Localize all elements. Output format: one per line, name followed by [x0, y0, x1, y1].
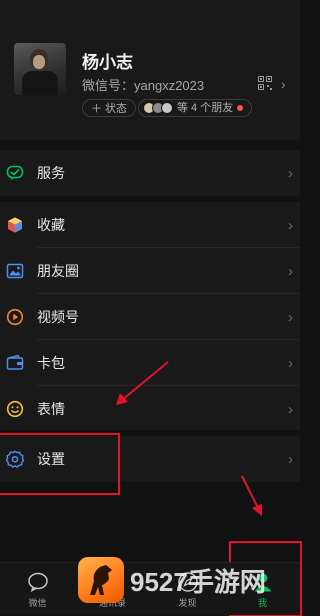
annotation-arrow-settings [116, 361, 169, 405]
cube-icon [6, 216, 24, 234]
chevron-right-icon: › [288, 216, 293, 234]
profile-name: 杨小志 [82, 53, 133, 72]
smiley-icon [6, 400, 24, 418]
chevron-right-icon[interactable]: › [281, 76, 286, 92]
watermark-text: 9527手游网 [130, 567, 266, 597]
watermark: 9527手游网 [78, 557, 300, 614]
menu-item-service[interactable]: 服务 › [0, 150, 300, 196]
chat-bubble-icon [27, 572, 48, 592]
menu-label-stickers: 表情 [37, 401, 65, 417]
service-icon [6, 164, 24, 182]
red-dot-badge [237, 105, 244, 111]
menu-item-favorites[interactable]: 收藏 › [0, 202, 300, 248]
menu-item-moments[interactable]: 朋友圈 › [0, 248, 300, 294]
image-icon [6, 262, 24, 280]
chevron-right-icon: › [288, 450, 293, 468]
friends-status-button[interactable]: 等 4 个朋友 [138, 99, 253, 117]
profile-header[interactable]: 杨小志 微信号：yangxz2023 › ＋ 状态 等 4 个朋友 [0, 0, 300, 140]
annotation-arrow-tab [241, 475, 262, 516]
wallet-icon [6, 354, 24, 372]
menu-label-moments: 朋友圈 [37, 263, 79, 279]
menu-label-channels: 视频号 [37, 309, 79, 325]
chevron-right-icon: › [288, 262, 293, 280]
friends-label: 等 4 个朋友 [177, 102, 234, 114]
chevron-right-icon: › [288, 308, 293, 326]
qr-code-icon[interactable] [258, 76, 272, 90]
menu-group-service: 服务 › [0, 150, 300, 196]
avatar[interactable] [14, 43, 66, 95]
annotation-box-settings [0, 433, 120, 495]
menu-label-favorites: 收藏 [37, 217, 65, 233]
wechat-id: 微信号：yangxz2023 [82, 78, 205, 93]
menu-item-channels[interactable]: 视频号 › [0, 294, 300, 340]
play-circle-icon [6, 308, 24, 326]
menu-label-cards: 卡包 [37, 355, 65, 371]
horse-logo-icon [78, 557, 124, 603]
tab-label-chats: 微信 [28, 598, 47, 608]
chevron-right-icon: › [288, 354, 293, 372]
chevron-right-icon: › [288, 164, 293, 182]
chevron-right-icon: › [288, 400, 293, 418]
menu-label-service: 服务 [37, 165, 65, 181]
tab-chats[interactable]: 微信 [0, 563, 75, 615]
status-button[interactable]: ＋ 状态 [82, 99, 137, 117]
friend-avatars [143, 102, 173, 114]
